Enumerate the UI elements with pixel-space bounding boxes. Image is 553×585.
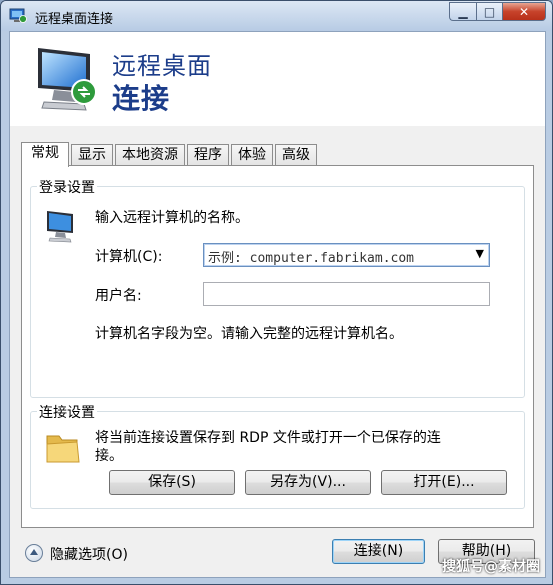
connection-description-line1: 将当前连接设置保存到 RDP 文件或打开一个已保存的连	[95, 430, 441, 446]
computer-label: 计算机(C):	[95, 249, 163, 265]
tab-experience[interactable]: 体验	[231, 144, 273, 166]
close-icon: ✕	[518, 4, 530, 19]
connection-settings-legend: 连接设置	[37, 402, 97, 422]
empty-computer-warning: 计算机名字段为空。请输入完整的远程计算机名。	[95, 326, 403, 342]
connection-description-line2: 接。	[95, 448, 123, 464]
banner: 远程桌面 连接	[10, 32, 545, 126]
title-bar[interactable]: 远程桌面连接 ▁ □ ✕	[1, 1, 552, 31]
folder-icon	[46, 435, 80, 463]
computer-placeholder: 示例: computer.fabrikam.com	[208, 251, 415, 266]
maximize-button[interactable]: □	[476, 2, 502, 21]
rdp-window: 远程桌面连接 ▁ □ ✕ 远程桌面 连接 常规 显示 本地资源 程序 体验 高级…	[0, 0, 553, 585]
banner-title-line1: 远程桌面	[112, 52, 212, 80]
tab-programs[interactable]: 程序	[187, 144, 229, 166]
tab-display[interactable]: 显示	[71, 144, 113, 166]
tab-general[interactable]: 常规	[21, 142, 69, 167]
minimize-icon: ▁	[458, 4, 468, 19]
maximize-icon: □	[483, 4, 496, 19]
tab-advanced[interactable]: 高级	[275, 144, 317, 166]
connection-settings-group: 连接设置 将当前连接设置保存到 RDP 文件或打开一个已保存的连 接。 保存(S…	[30, 402, 525, 509]
tab-strip: 常规 显示 本地资源 程序 体验 高级	[21, 142, 319, 167]
username-label: 用户名:	[95, 288, 142, 304]
save-button[interactable]: 保存(S)	[109, 470, 235, 495]
save-as-button[interactable]: 另存为(V)...	[245, 470, 371, 495]
general-tab-panel: 登录设置 输入远程计算机的名称。 计算机(C): 示例: computer.fa…	[21, 165, 534, 528]
chevron-up-icon	[30, 549, 38, 555]
login-settings-group: 登录设置 输入远程计算机的名称。 计算机(C): 示例: computer.fa…	[30, 177, 525, 398]
computer-combobox[interactable]: 示例: computer.fabrikam.com ▼	[203, 243, 490, 267]
watermark-text: 搜狐号@素材圈	[442, 559, 540, 575]
open-button[interactable]: 打开(E)...	[381, 470, 507, 495]
chevron-down-icon[interactable]: ▼	[476, 247, 484, 260]
username-input[interactable]	[203, 282, 490, 306]
minimize-button[interactable]: ▁	[449, 2, 476, 21]
monitor-connection-icon	[38, 48, 97, 111]
caption-buttons: ▁ □ ✕	[449, 2, 546, 21]
hide-options-label[interactable]: 隐藏选项(O)	[50, 544, 128, 564]
hide-options-toggle[interactable]	[25, 544, 43, 562]
login-settings-legend: 登录设置	[37, 177, 97, 197]
connect-button[interactable]: 连接(N)	[332, 539, 425, 564]
close-button[interactable]: ✕	[502, 2, 546, 21]
computer-icon	[47, 211, 73, 243]
login-prompt: 输入远程计算机的名称。	[95, 210, 249, 226]
window-title: 远程桌面连接	[35, 12, 114, 27]
client-area: 远程桌面 连接 常规 显示 本地资源 程序 体验 高级 登录设置 输入远程计算机…	[9, 31, 546, 578]
tab-local-resources[interactable]: 本地资源	[115, 144, 185, 166]
banner-title-line2: 连接	[112, 82, 171, 115]
remote-desktop-icon	[9, 8, 27, 23]
